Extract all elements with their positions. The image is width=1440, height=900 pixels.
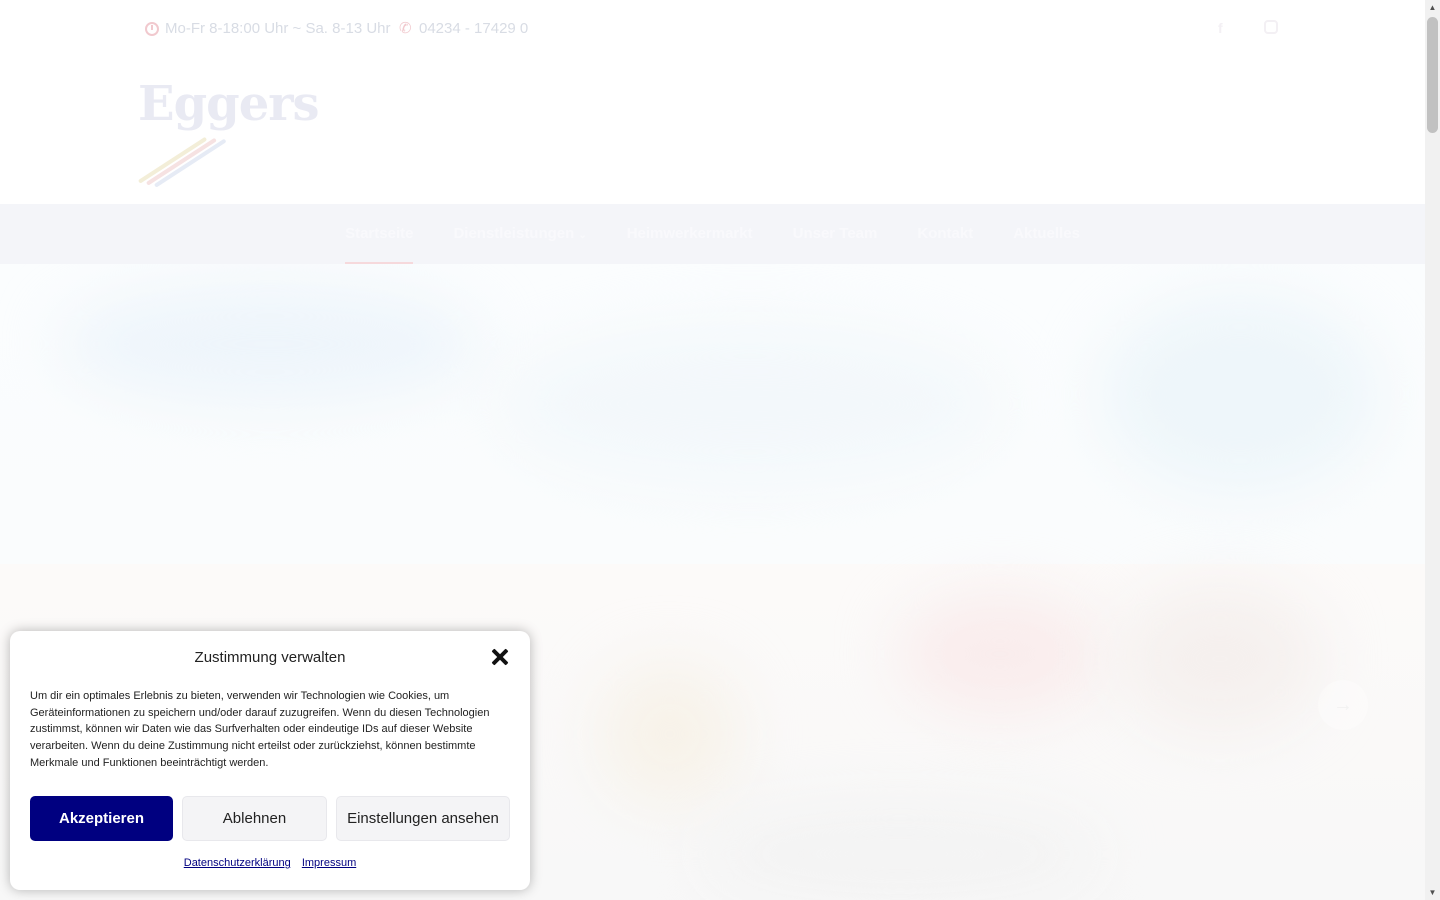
scroll-up-icon[interactable]: ▲ [1428,3,1437,12]
nav-item-label: Kontakt [917,225,974,242]
cookie-consent-dialog: Zustimmung verwalten Um dir ein optimale… [10,631,530,890]
nav-item-dienstleistungen[interactable]: Dienstleistungen ⌄ [453,204,586,264]
opening-hours: Mo-Fr 8-18:00 Uhr ~ Sa. 8-13 Uhr [145,20,391,37]
chevron-down-icon: ⌄ [578,230,587,241]
accept-button[interactable]: Akzeptieren [30,796,173,841]
nav-item-startseite[interactable]: Startseite [345,204,414,264]
clock-icon [145,21,159,36]
main-navigation: Startseite Dienstleistungen ⌄ Heimwerkerm… [0,204,1425,264]
nav-item-heimwerkermarkt[interactable]: Heimwerkermarkt [627,204,753,264]
nav-item-label: Unser Team [792,225,878,242]
deny-button[interactable]: Ablehnen [182,796,327,841]
close-icon[interactable] [491,648,509,666]
nav-item-aktuelles[interactable]: Aktuelles [1013,204,1080,264]
scroll-down-icon[interactable]: ▼ [1428,888,1437,897]
view-settings-button[interactable]: Einstellungen ansehen [336,796,510,841]
consent-links: Datenschutzerklärung Impressum [10,857,530,869]
logo-wordmark: Eggers [138,76,320,132]
arrow-right-icon: → [1333,694,1353,716]
opening-hours-text: Mo-Fr 8-18:00 Uhr ~ Sa. 8-13 Uhr [165,20,391,37]
nav-item-label: Dienstleistungen [453,225,575,242]
nav-item-kontakt[interactable]: Kontakt [917,204,973,264]
facebook-icon[interactable]: f [1218,20,1223,36]
nav-item-label: Heimwerkermarkt [626,225,753,242]
top-info-bar: Mo-Fr 8-18:00 Uhr ~ Sa. 8-13 Uhr ✆ 04234… [0,0,1425,58]
slider-next-button[interactable]: → [1318,680,1368,730]
nav-item-unser-team[interactable]: Unser Team [793,204,878,264]
site-logo[interactable]: Eggers [133,76,323,188]
phone-number-text: 04234 - 17429 0 [419,20,529,37]
nav-item-label: Aktuelles [1013,225,1080,242]
scrollbar-thumb[interactable] [1427,17,1438,133]
page-scrollbar[interactable]: ▲ ▼ [1425,0,1440,900]
nav-item-label: Startseite [345,225,414,242]
phone-number[interactable]: ✆ 04234 - 17429 0 [399,20,528,37]
page: Mo-Fr 8-18:00 Uhr ~ Sa. 8-13 Uhr ✆ 04234… [0,0,1425,900]
consent-text: Um dir ein optimales Erlebnis zu bieten,… [30,690,490,769]
consent-title: Zustimmung verwalten [194,649,346,666]
instagram-icon[interactable] [1264,20,1278,34]
imprint-link[interactable]: Impressum [302,857,356,869]
phone-icon: ✆ [399,19,412,37]
nav-list: Startseite Dienstleistungen ⌄ Heimwerkerm… [345,204,1080,264]
privacy-policy-link[interactable]: Datenschutzerklärung [184,857,291,869]
